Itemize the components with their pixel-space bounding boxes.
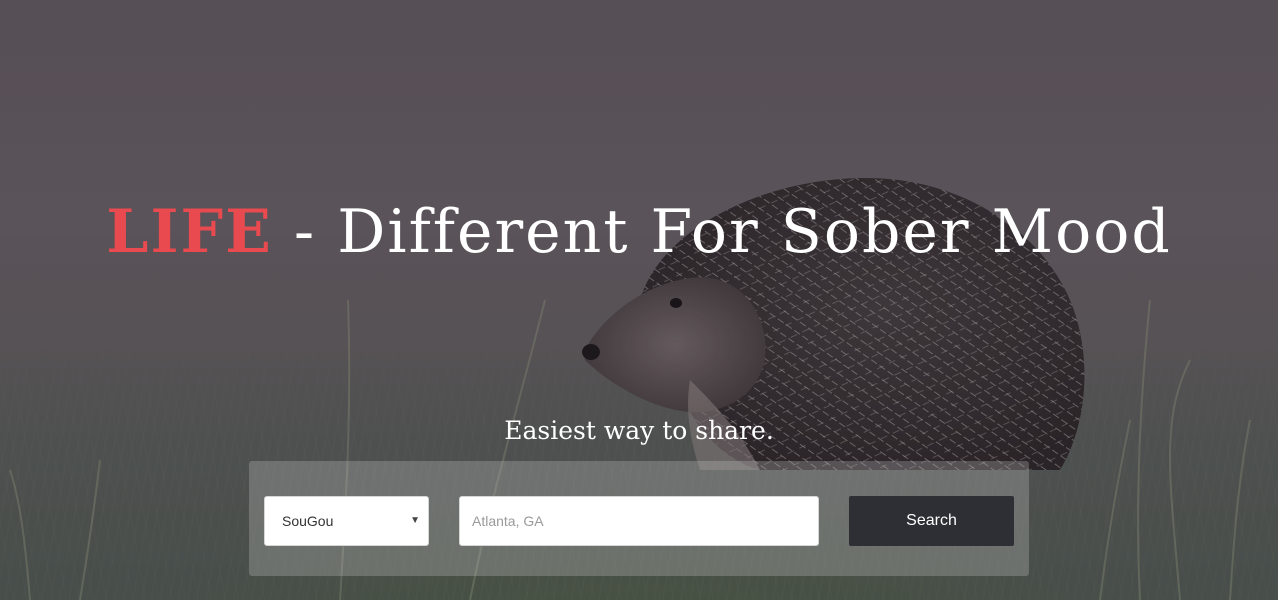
headline-accent: LIFE — [106, 197, 273, 267]
search-input[interactable] — [459, 496, 819, 546]
engine-select-value: SouGou — [282, 513, 334, 529]
hero-headline: LIFE - Different For Sober Mood — [0, 192, 1278, 272]
engine-select[interactable]: SouGou ▼ — [264, 496, 429, 546]
search-panel: SouGou ▼ Search — [249, 461, 1029, 576]
hero-tagline: Easiest way to share. — [504, 416, 774, 445]
headline-text: - Different For Sober Mood — [272, 197, 1172, 267]
search-button[interactable]: Search — [849, 496, 1014, 546]
caret-down-icon: ▼ — [410, 515, 420, 526]
hero-section: LIFE - Different For Sober Mood Easiest … — [0, 0, 1278, 600]
